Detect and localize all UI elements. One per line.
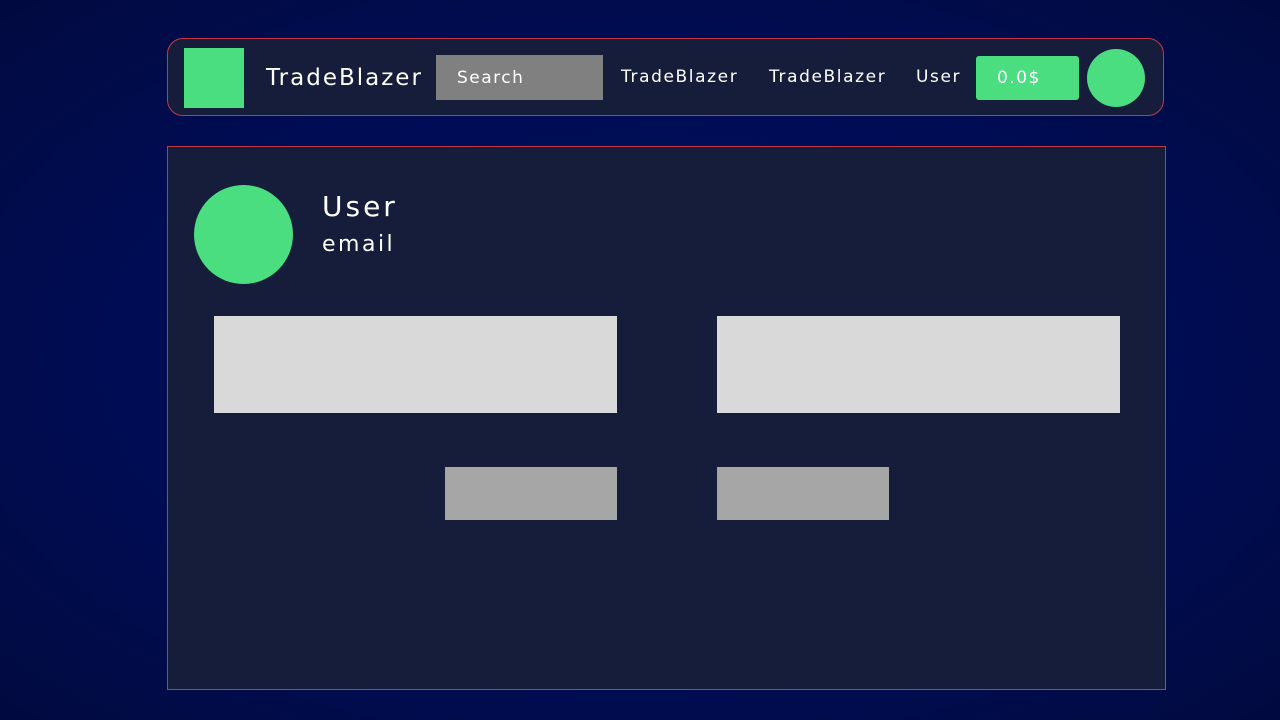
top-navbar: TradeBlazer TradeBlazer TradeBlazer User… — [167, 38, 1164, 116]
profile-field-left[interactable] — [214, 316, 617, 413]
action-button-right[interactable] — [717, 467, 889, 520]
profile-name: User — [322, 190, 398, 223]
balance-button[interactable]: 0.0$ — [976, 56, 1079, 100]
profile-panel: User email — [167, 146, 1166, 690]
brand-title[interactable]: TradeBlazer — [266, 63, 423, 93]
profile-avatar — [194, 185, 293, 284]
logo-icon[interactable] — [184, 48, 244, 108]
action-button-left[interactable] — [445, 467, 617, 520]
search-input[interactable] — [436, 55, 603, 100]
user-avatar-icon[interactable] — [1087, 49, 1145, 107]
profile-email: email — [322, 232, 396, 257]
profile-field-right[interactable] — [717, 316, 1120, 413]
nav-link-user[interactable]: User — [916, 65, 961, 89]
nav-link-tradeblazer-1[interactable]: TradeBlazer — [621, 65, 738, 89]
nav-link-tradeblazer-2[interactable]: TradeBlazer — [769, 65, 886, 89]
